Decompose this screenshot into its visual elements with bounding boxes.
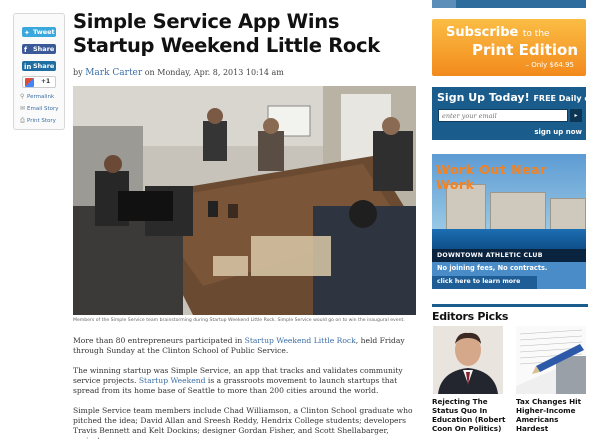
print-icon: ⎙ bbox=[20, 117, 25, 124]
learn-more-label: click here to learn more bbox=[437, 278, 521, 285]
team-meeting-photo bbox=[73, 86, 416, 315]
linkedin-icon: in bbox=[24, 63, 32, 71]
article-paragraph-3: Simple Service team members include Chad… bbox=[73, 406, 413, 439]
email-input[interactable] bbox=[438, 109, 568, 122]
permalink-link[interactable]: ⚲ Permalink bbox=[20, 93, 54, 100]
sign-up-now-button[interactable]: sign up now bbox=[534, 128, 582, 136]
no-fees-text: No joining fees, No contracts. bbox=[437, 264, 548, 272]
work-out-headline: Work Out Near Work bbox=[436, 162, 586, 192]
publish-date: on Monday, Apr. 8, 2013 10:14 am bbox=[144, 68, 284, 77]
twitter-icon: ✦ bbox=[24, 29, 30, 37]
p1-text-a: More than 80 entrepreneurs participated … bbox=[73, 336, 245, 345]
email-icon: ✉ bbox=[20, 105, 26, 112]
ad-pool bbox=[432, 229, 586, 249]
permalink-label: Permalink bbox=[27, 94, 55, 100]
share-sidebar: ✦ Tweet f Share in Share +1 ⚲ Permalink ✉… bbox=[13, 13, 65, 130]
editors-pick-1-image[interactable] bbox=[433, 326, 503, 394]
club-name: DOWNTOWN ATHLETIC CLUB bbox=[437, 252, 543, 259]
print-story-link[interactable]: ⎙ Print Story bbox=[20, 117, 56, 125]
subscribe-print-ad[interactable]: Subscribe to the Print Edition – Only $6… bbox=[432, 19, 586, 76]
startup-weekend-link[interactable]: Startup Weekend bbox=[139, 376, 206, 385]
article-headline: Simple Service App Wins Startup Weekend … bbox=[73, 10, 380, 57]
work-out-text: Work Out bbox=[436, 162, 507, 177]
athletic-club-ad[interactable]: Work Out Near Work DOWNTOWN ATHLETIC CLU… bbox=[432, 154, 586, 289]
subscribe-line-2: Print Edition bbox=[472, 41, 579, 59]
subscribe-price: – Only $64.95 bbox=[525, 61, 574, 69]
editors-pick-2-link[interactable]: Tax Changes Hit Higher-Income Americans … bbox=[516, 397, 588, 433]
email-story-label: Email Story bbox=[27, 106, 59, 112]
byline: by Mark Carter on Monday, Apr. 8, 2013 1… bbox=[73, 68, 284, 78]
photo-caption: Members of the Simple Service team brain… bbox=[73, 318, 405, 323]
editors-picks-header: Editors Picks bbox=[432, 304, 588, 323]
signup-sub: FREE Daily eNews bbox=[533, 94, 600, 103]
tweet-label: Tweet bbox=[33, 28, 55, 36]
facebook-share-label: Share bbox=[33, 45, 55, 53]
top-banner-accent bbox=[432, 0, 456, 8]
google-plus-button[interactable]: +1 bbox=[22, 76, 56, 88]
linkedin-share-button[interactable]: in Share bbox=[22, 61, 56, 71]
editors-picks-title: Editors Picks bbox=[432, 310, 509, 323]
article-paragraph-1: More than 80 entrepreneurs participated … bbox=[73, 336, 418, 356]
byline-by: by bbox=[73, 68, 83, 77]
top-banner-ad[interactable] bbox=[432, 0, 586, 8]
plus-one-label: +1 bbox=[41, 78, 51, 85]
portrait-photo bbox=[433, 326, 503, 394]
google-plus-icon bbox=[25, 78, 34, 87]
subscribe-line-1: Subscribe to the bbox=[446, 25, 550, 40]
editors-pick-1-link[interactable]: Rejecting The Status Quo In Education (R… bbox=[432, 397, 512, 433]
enews-signup: Sign Up Today! FREE Daily eNews ▸ sign u… bbox=[432, 87, 600, 140]
signup-title: Sign Up Today! bbox=[437, 91, 530, 104]
subscribe-word: Subscribe bbox=[446, 25, 519, 40]
facebook-icon: f bbox=[24, 46, 28, 54]
editors-pick-2-image[interactable] bbox=[516, 326, 586, 394]
email-story-link[interactable]: ✉ Email Story bbox=[20, 105, 59, 112]
article-photo bbox=[73, 86, 416, 315]
enews-title: Sign Up Today! FREE Daily eNews bbox=[437, 91, 600, 104]
author-link[interactable]: Mark Carter bbox=[85, 68, 142, 78]
startup-weekend-little-rock-link[interactable]: Startup Weekend Little Rock bbox=[245, 336, 356, 345]
link-icon: ⚲ bbox=[20, 93, 25, 100]
linkedin-share-label: Share bbox=[33, 62, 55, 70]
email-submit-arrow-icon[interactable]: ▸ bbox=[570, 109, 582, 122]
subscribe-to-the: to the bbox=[522, 29, 550, 39]
facebook-share-button[interactable]: f Share bbox=[22, 44, 56, 54]
tax-form-photo bbox=[516, 326, 586, 394]
print-story-label: Print Story bbox=[27, 118, 56, 124]
tweet-button[interactable]: ✦ Tweet bbox=[22, 27, 56, 37]
learn-more-button[interactable]: click here to learn more bbox=[432, 276, 537, 289]
article-paragraph-2: The winning startup was Simple Service, … bbox=[73, 366, 418, 396]
club-name-band: DOWNTOWN ATHLETIC CLUB bbox=[432, 249, 586, 262]
